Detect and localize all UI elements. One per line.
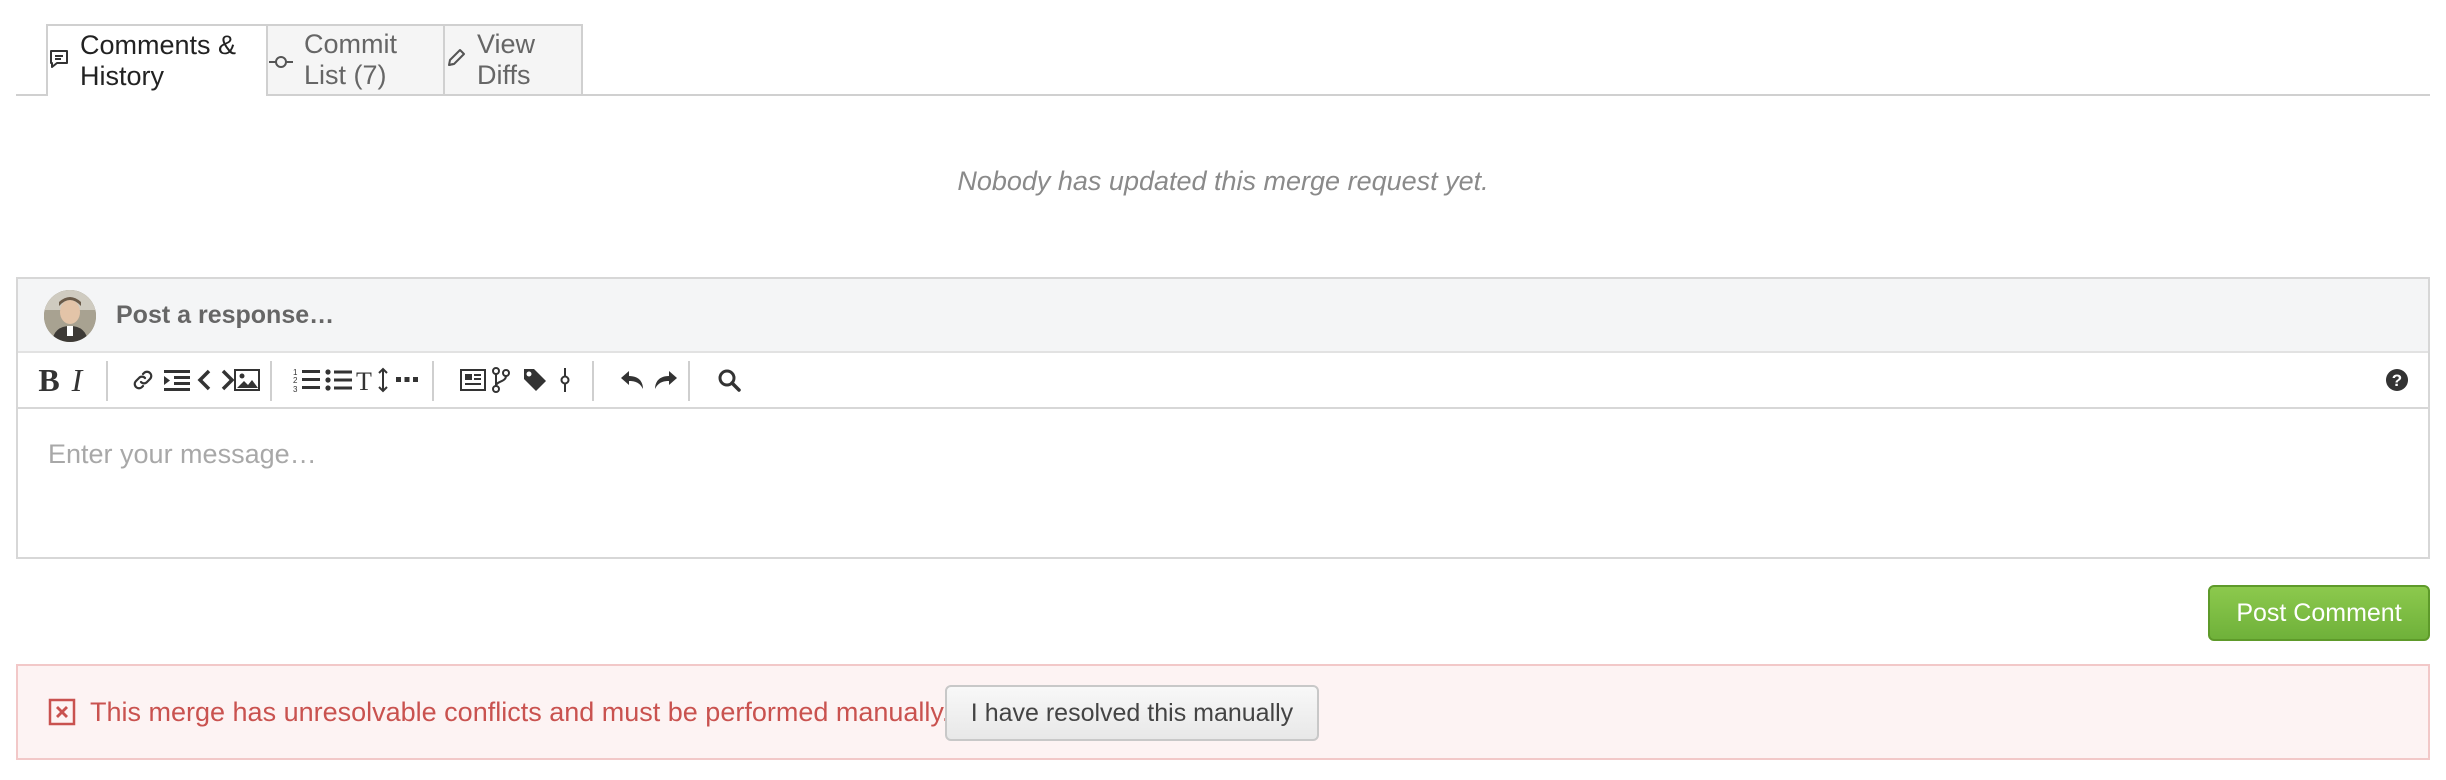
tab-label: View Diffs — [477, 29, 536, 90]
ordered-list-icon: 123 — [293, 368, 320, 393]
branch-button[interactable] — [482, 361, 520, 399]
tab-view-diffs[interactable]: View Diffs — [443, 24, 583, 94]
tab-commit-list[interactable]: Commit List (7) — [266, 24, 445, 94]
toolbar-divider — [106, 361, 108, 401]
svg-text:3: 3 — [293, 385, 298, 393]
more-button[interactable] — [388, 361, 426, 399]
more-icon — [396, 377, 418, 382]
toolbar-divider — [592, 361, 594, 401]
text-size-icon: T — [356, 367, 388, 393]
svg-text:?: ? — [2392, 371, 2402, 390]
redo-button[interactable] — [646, 361, 684, 399]
search-button[interactable] — [710, 361, 748, 399]
italic-icon: I — [71, 362, 83, 398]
tab-label: Comments & History — [80, 30, 237, 91]
tab-label: Commit List (7) — [304, 29, 397, 90]
redo-icon — [655, 371, 677, 389]
commit-icon — [560, 368, 570, 392]
history-empty-message: Nobody has updated this merge request ye… — [957, 166, 1489, 196]
pencil-icon — [445, 45, 467, 76]
alert-message: This merge has unresolvable conflicts an… — [90, 697, 950, 727]
undo-icon — [621, 371, 643, 389]
svg-text:2: 2 — [293, 376, 298, 385]
toolbar-divider — [270, 361, 272, 401]
tab-comments-history[interactable]: Comments & History — [46, 24, 268, 96]
comment-icon — [48, 46, 70, 77]
indent-icon — [164, 370, 190, 391]
bullet-list-icon — [325, 369, 352, 391]
merge-conflict-alert: This merge has unresolvable conflicts an… — [16, 664, 2430, 760]
comment-composer: Post a response… B I 123 T ? Enter your … — [16, 277, 2430, 559]
post-comment-button[interactable]: Post Comment — [2208, 585, 2430, 641]
editor-toolbar: B I 123 T ? — [18, 353, 2428, 409]
bold-icon: B — [38, 362, 60, 398]
help-icon: ? — [2386, 369, 2408, 391]
tag-icon — [524, 369, 546, 391]
toolbar-divider — [688, 361, 690, 401]
error-icon — [48, 698, 76, 726]
link-icon — [133, 370, 153, 390]
toolbar-divider — [432, 361, 434, 401]
avatar — [44, 290, 96, 342]
italic-button[interactable]: I — [58, 361, 96, 399]
link-button[interactable] — [124, 361, 162, 399]
commit-icon — [268, 45, 294, 76]
indent-button[interactable] — [158, 361, 196, 399]
svg-text:T: T — [356, 367, 372, 393]
help-button[interactable]: ? — [2378, 361, 2416, 399]
tab-bar: Comments & History Commit List (7) View … — [16, 24, 2430, 96]
message-input[interactable] — [18, 409, 2428, 557]
post-response-prompt[interactable]: Post a response… — [116, 301, 334, 330]
composer-header: Post a response… — [18, 279, 2428, 353]
image-button[interactable] — [228, 361, 266, 399]
search-icon — [718, 369, 741, 392]
tab-bar-divider — [16, 94, 2430, 96]
commit-button[interactable] — [546, 361, 584, 399]
resolved-manually-button[interactable]: I have resolved this manually — [945, 685, 1319, 741]
branch-icon — [492, 367, 510, 393]
image-icon — [234, 369, 260, 391]
